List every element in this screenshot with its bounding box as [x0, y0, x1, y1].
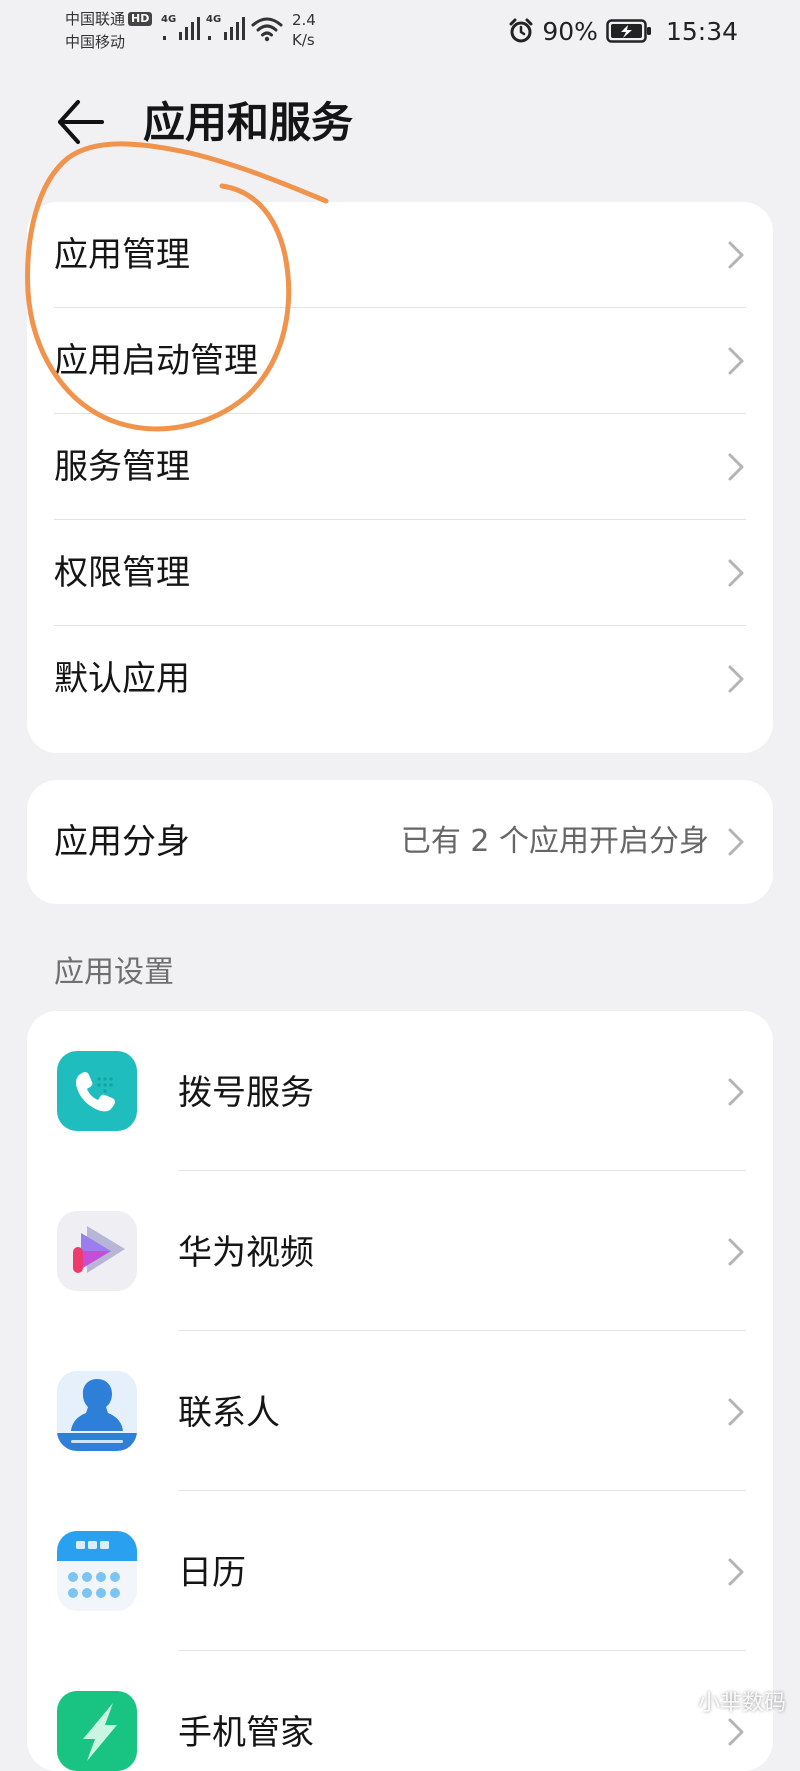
app-item-huawei-video[interactable]: 华为视频 — [27, 1171, 773, 1331]
menu-item-default-apps[interactable]: 默认应用 — [27, 626, 773, 732]
phone-dialer-icon — [57, 1051, 137, 1131]
page-title: 应用和服务 — [143, 98, 354, 147]
chevron-right-icon — [728, 559, 744, 587]
battery-charging-icon — [606, 19, 651, 43]
app-item-contacts[interactable]: 联系人 — [27, 1331, 773, 1491]
menu-item-label: 应用启动管理 — [54, 341, 258, 381]
wifi-icon — [251, 17, 283, 42]
app-item-dialer[interactable]: 拨号服务 — [27, 1011, 773, 1171]
phone-manager-icon — [57, 1691, 137, 1771]
app-item-label: 手机管家 — [178, 1713, 314, 1753]
battery-percent: 90% — [542, 16, 598, 46]
network-speed-value: 2.4 — [292, 11, 316, 29]
huawei-video-icon — [57, 1211, 137, 1291]
app-twin-item[interactable]: 应用分身 已有 2 个应用开启分身 — [27, 780, 773, 904]
app-item-label: 联系人 — [178, 1393, 280, 1433]
chevron-right-icon — [728, 1078, 744, 1106]
carrier-primary-name: 中国联通 — [65, 10, 126, 28]
app-twin-status: 已有 2 个应用开启分身 — [400, 824, 709, 859]
carrier-secondary: 中国移动 — [65, 33, 126, 51]
status-bar: 中国联通 HD 中国移动 4G 4G 2.4 K/s 90% 15:34 — [0, 0, 800, 60]
menu-item-service-management[interactable]: 服务管理 — [27, 414, 773, 520]
watermark: 小芈数码 — [698, 1689, 786, 1719]
menu-item-label: 服务管理 — [54, 447, 190, 487]
back-button[interactable] — [50, 92, 110, 152]
status-right: 90% 15:34 — [508, 14, 738, 48]
network-speed-unit: K/s — [292, 31, 315, 49]
contacts-icon — [57, 1371, 137, 1451]
app-item-label: 华为视频 — [178, 1233, 314, 1273]
calendar-icon — [57, 1531, 137, 1611]
chevron-right-icon — [728, 665, 744, 693]
main-menu-card: 应用管理 应用启动管理 服务管理 权限管理 默认应用 — [27, 202, 773, 753]
network-speed: 2.4 K/s — [292, 10, 316, 50]
menu-item-label: 默认应用 — [54, 659, 190, 699]
menu-item-permission-management[interactable]: 权限管理 — [27, 520, 773, 626]
menu-item-label: 应用管理 — [54, 235, 190, 275]
chevron-right-icon — [728, 1238, 744, 1266]
menu-item-app-launch-management[interactable]: 应用启动管理 — [27, 308, 773, 414]
clock: 15:34 — [665, 16, 738, 46]
app-twin-label: 应用分身 — [54, 822, 190, 862]
app-item-label: 日历 — [178, 1553, 246, 1593]
section-header-app-settings: 应用设置 — [54, 955, 174, 990]
chevron-right-icon — [728, 828, 744, 856]
hd-badge: HD — [128, 12, 153, 26]
arrow-left-icon — [58, 100, 104, 144]
app-item-calendar[interactable]: 日历 — [27, 1491, 773, 1651]
alarm-icon — [509, 18, 533, 43]
chevron-right-icon — [728, 347, 744, 375]
chevron-right-icon — [728, 1718, 744, 1746]
menu-item-label: 权限管理 — [54, 553, 190, 593]
app-item-label: 拨号服务 — [178, 1073, 314, 1113]
watermark-text: 小芈数码 — [697, 1691, 786, 1716]
carrier-primary: 中国联通 HD — [65, 9, 153, 29]
app-twin-card: 应用分身 已有 2 个应用开启分身 — [27, 780, 773, 904]
app-item-phone-manager[interactable]: 手机管家 — [27, 1651, 773, 1771]
menu-item-app-management[interactable]: 应用管理 — [27, 202, 773, 308]
chevron-right-icon — [728, 453, 744, 481]
chevron-right-icon — [728, 1398, 744, 1426]
app-settings-card: 拨号服务 华为视频 联系人 日历 手机管家 — [27, 1011, 773, 1771]
chevron-right-icon — [728, 1558, 744, 1586]
chevron-right-icon — [728, 241, 744, 269]
